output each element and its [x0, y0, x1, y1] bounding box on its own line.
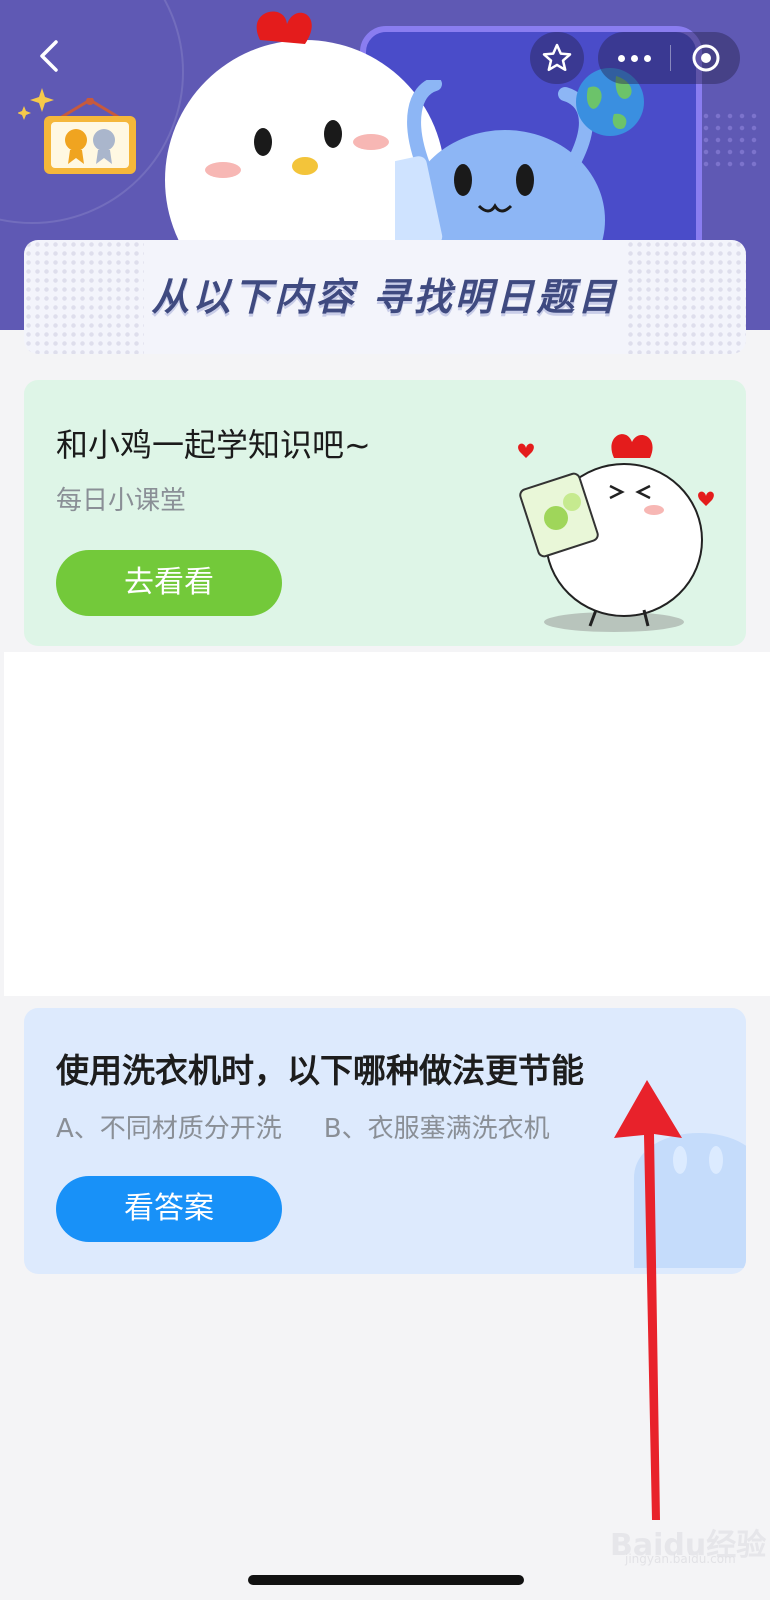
annotation-arrow [614, 1080, 682, 1520]
home-indicator[interactable] [248, 1575, 524, 1585]
target-icon [692, 44, 719, 72]
quiz-option-b: B、衣服塞满洗衣机 [323, 1114, 550, 1144]
watermark-url: jingyan.baidu.com [625, 1552, 736, 1566]
star-icon [542, 43, 572, 72]
close-mini-program-button[interactable] [671, 42, 740, 74]
hero-dot-pattern [700, 110, 760, 170]
quiz-options: A、不同材质分开洗 B、衣服塞满洗衣机 [56, 1108, 550, 1145]
quiz-option-a: A、不同材质分开洗 [56, 1114, 282, 1144]
medal-icon [44, 98, 136, 174]
mini-program-capsule [598, 32, 740, 84]
chick-drinking-illustration [518, 434, 714, 632]
more-icon[interactable] [598, 54, 670, 62]
lesson-card-title: 和小鸡一起学知识吧~ [56, 426, 371, 464]
back-icon[interactable] [30, 36, 70, 76]
quiz-question: 使用洗衣机时，以下哪种做法更节能 [56, 1051, 584, 1090]
favorite-button[interactable] [530, 32, 584, 84]
lesson-card-subtitle: 每日小课堂 [56, 486, 187, 516]
daily-lesson-card[interactable]: 和小鸡一起学知识吧~ 每日小课堂 去看看 [24, 380, 746, 646]
empty-content-area [4, 652, 770, 996]
banner-title: 从以下内容 寻找明日题目 [151, 275, 619, 319]
view-answer-button[interactable]: 看答案 [56, 1176, 282, 1242]
hint-banner: 从以下内容 寻找明日题目 [24, 240, 746, 354]
go-see-button[interactable]: 去看看 [56, 550, 282, 616]
